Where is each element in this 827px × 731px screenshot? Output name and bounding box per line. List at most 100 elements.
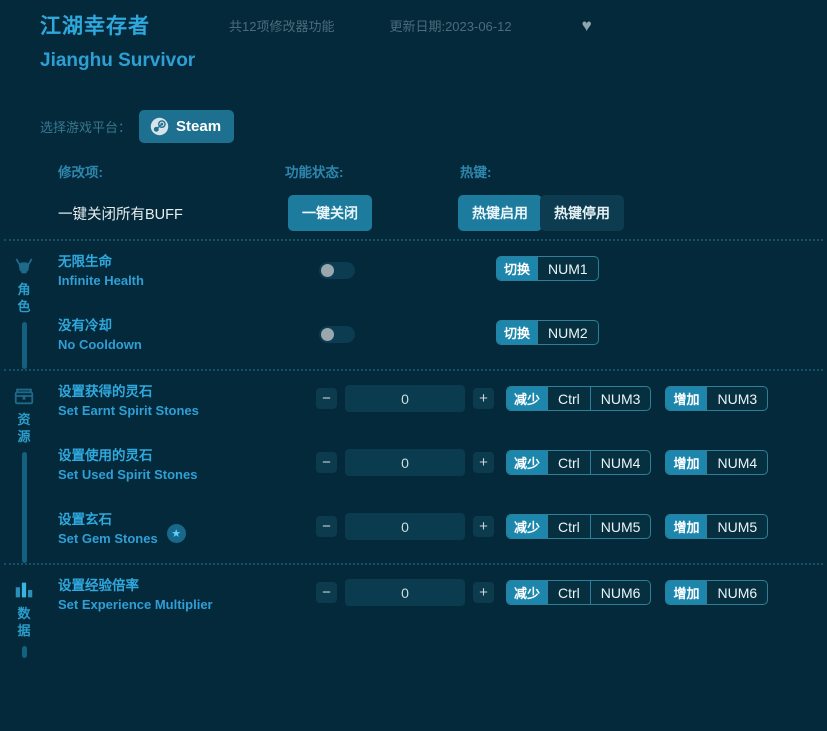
feature-count: 共12项修改器功能 bbox=[229, 14, 334, 40]
cheat-name-en: Set Gem Stones bbox=[58, 529, 158, 548]
increment-button[interactable]: + bbox=[473, 516, 494, 537]
value-input[interactable] bbox=[345, 385, 465, 412]
hotkey-group-wrap: 减少CtrlNUM5增加NUM5 bbox=[506, 514, 768, 539]
hotkey-enable-button[interactable]: 热键启用 bbox=[458, 195, 542, 231]
category-rail-character: 角色 bbox=[0, 241, 48, 369]
hotkey-binding[interactable]: 增加NUM6 bbox=[665, 580, 768, 605]
decrement-button[interactable]: − bbox=[316, 582, 337, 603]
category-rail-data: 数据 bbox=[0, 565, 48, 658]
increment-button[interactable]: + bbox=[473, 452, 494, 473]
hotkey-action-label: 减少 bbox=[507, 581, 547, 604]
hotkey-key: NUM5 bbox=[706, 515, 767, 538]
increment-button[interactable]: + bbox=[473, 388, 494, 409]
platform-steam-button[interactable]: Steam bbox=[139, 110, 234, 143]
hotkey-binding[interactable]: 减少CtrlNUM4 bbox=[506, 450, 651, 475]
cheat-row: 无限生命Infinite Health 切换NUM1 bbox=[48, 241, 827, 305]
hotkey-action-label: 减少 bbox=[507, 387, 547, 410]
cheat-row: 没有冷却No Cooldown 切换NUM2 bbox=[48, 305, 827, 369]
cheat-name-block: 设置经验倍率Set Experience Multiplier bbox=[58, 576, 213, 614]
section-rows: 设置获得的灵石Set Earnt Spirit Stones−+减少CtrlNU… bbox=[48, 371, 827, 563]
cheat-name-en: Set Earnt Spirit Stones bbox=[58, 401, 199, 420]
value-input[interactable] bbox=[345, 513, 465, 540]
value-stepper: −+ bbox=[316, 513, 494, 540]
favorite-star-icon[interactable]: ★ bbox=[167, 524, 186, 543]
column-header-status: 功能状态: bbox=[285, 161, 344, 181]
category-accent-bar bbox=[22, 646, 27, 658]
cheat-name-cn: 设置经验倍率 bbox=[58, 576, 213, 595]
section-data: 数据设置经验倍率Set Experience Multiplier−+减少Ctr… bbox=[0, 565, 827, 658]
hotkey-key: NUM2 bbox=[537, 321, 598, 344]
hotkey-action-label: 减少 bbox=[507, 451, 547, 474]
page-title-cn: 江湖幸存者 bbox=[40, 14, 220, 40]
hotkey-binding[interactable]: 增加NUM4 bbox=[665, 450, 768, 475]
cheat-name-cn: 无限生命 bbox=[58, 252, 144, 271]
header: 江湖幸存者 共12项修改器功能 更新日期:2023-06-12 ♥ Jiangh… bbox=[0, 0, 827, 95]
hotkey-binding[interactable]: 减少CtrlNUM5 bbox=[506, 514, 651, 539]
trainer-window: 江湖幸存者 共12项修改器功能 更新日期:2023-06-12 ♥ Jiangh… bbox=[0, 0, 827, 731]
sections-container: 角色无限生命Infinite Health切换NUM1没有冷却No Cooldo… bbox=[0, 239, 827, 658]
hotkey-key: NUM3 bbox=[590, 387, 651, 410]
increment-button[interactable]: + bbox=[473, 582, 494, 603]
hotkey-binding[interactable]: 减少CtrlNUM3 bbox=[506, 386, 651, 411]
value-stepper: −+ bbox=[316, 385, 494, 412]
hotkey-disable-button[interactable]: 热键停用 bbox=[540, 195, 624, 231]
hotkey-group-wrap: 切换NUM1 bbox=[496, 256, 599, 281]
hotkey-key: NUM4 bbox=[706, 451, 767, 474]
decrement-button[interactable]: − bbox=[316, 452, 337, 473]
hotkey-binding[interactable]: 减少CtrlNUM6 bbox=[506, 580, 651, 605]
steam-icon bbox=[150, 117, 169, 136]
hotkey-key: NUM1 bbox=[537, 257, 598, 280]
hotkey-binding[interactable]: 增加NUM3 bbox=[665, 386, 768, 411]
decrement-button[interactable]: − bbox=[316, 516, 337, 537]
cheat-name-block: 没有冷却No Cooldown bbox=[58, 316, 142, 354]
cheat-name-cn: 设置使用的灵石 bbox=[58, 446, 197, 465]
chest-icon bbox=[13, 385, 35, 407]
hotkey-key: NUM6 bbox=[590, 581, 651, 604]
category-accent-bar bbox=[22, 322, 27, 369]
hotkey-binding[interactable]: 增加NUM5 bbox=[665, 514, 768, 539]
category-rail-resources: 资源 bbox=[0, 371, 48, 563]
update-date: 更新日期:2023-06-12 bbox=[389, 14, 511, 40]
platform-label: 选择游戏平台： bbox=[40, 117, 131, 136]
value-stepper: −+ bbox=[316, 449, 494, 476]
cheat-row: 设置经验倍率Set Experience Multiplier−+减少CtrlN… bbox=[48, 565, 827, 629]
cheat-name-cn: 设置玄石 bbox=[58, 510, 158, 529]
cheat-toggle[interactable] bbox=[319, 262, 355, 279]
section-resources: 资源设置获得的灵石Set Earnt Spirit Stones−+减少Ctrl… bbox=[0, 371, 827, 563]
value-input[interactable] bbox=[345, 579, 465, 606]
helmet-icon bbox=[13, 255, 35, 277]
decrement-button[interactable]: − bbox=[316, 388, 337, 409]
cheat-name-en: Set Experience Multiplier bbox=[58, 595, 213, 614]
category-label: 资源 bbox=[17, 411, 32, 445]
column-header-hotkey: 热键: bbox=[460, 161, 492, 181]
cheat-name-block: 无限生命Infinite Health bbox=[58, 252, 144, 290]
cheat-name-cn: 没有冷却 bbox=[58, 316, 142, 335]
hotkey-binding[interactable]: 切换NUM2 bbox=[496, 320, 599, 345]
hotkey-key: Ctrl bbox=[547, 451, 590, 474]
favorite-heart-icon[interactable]: ♥ bbox=[582, 14, 592, 38]
hotkey-key: NUM3 bbox=[706, 387, 767, 410]
global-action-row: 一键关闭所有BUFF 一键关闭 热键启用 热键停用 bbox=[0, 191, 827, 239]
toggle-knob bbox=[321, 264, 334, 277]
value-stepper: −+ bbox=[316, 579, 494, 606]
hotkey-action-label: 增加 bbox=[666, 515, 706, 538]
section-rows: 无限生命Infinite Health切换NUM1没有冷却No Cooldown… bbox=[48, 241, 827, 369]
hotkey-action-label: 增加 bbox=[666, 387, 706, 410]
column-header-name: 修改项: bbox=[58, 161, 103, 181]
toggle-knob bbox=[321, 328, 334, 341]
category-label: 角色 bbox=[17, 281, 32, 315]
platform-row: 选择游戏平台： Steam bbox=[0, 104, 827, 148]
cheat-toggle[interactable] bbox=[319, 326, 355, 343]
hotkey-action-label: 切换 bbox=[497, 321, 537, 344]
hotkey-binding[interactable]: 切换NUM1 bbox=[496, 256, 599, 281]
cheat-row: 设置获得的灵石Set Earnt Spirit Stones−+减少CtrlNU… bbox=[48, 371, 827, 435]
hotkey-action-label: 减少 bbox=[507, 515, 547, 538]
cheat-name-en: No Cooldown bbox=[58, 335, 142, 354]
hotkey-key: Ctrl bbox=[547, 515, 590, 538]
value-input[interactable] bbox=[345, 449, 465, 476]
cheat-row: 设置使用的灵石Set Used Spirit Stones−+减少CtrlNUM… bbox=[48, 435, 827, 499]
close-all-buffs-button[interactable]: 一键关闭 bbox=[288, 195, 372, 231]
cheat-name-en: Set Used Spirit Stones bbox=[58, 465, 197, 484]
cheat-name-block: 设置玄石Set Gem Stones ★ bbox=[58, 510, 186, 548]
column-headers: 修改项: 功能状态: 热键: bbox=[0, 161, 827, 191]
